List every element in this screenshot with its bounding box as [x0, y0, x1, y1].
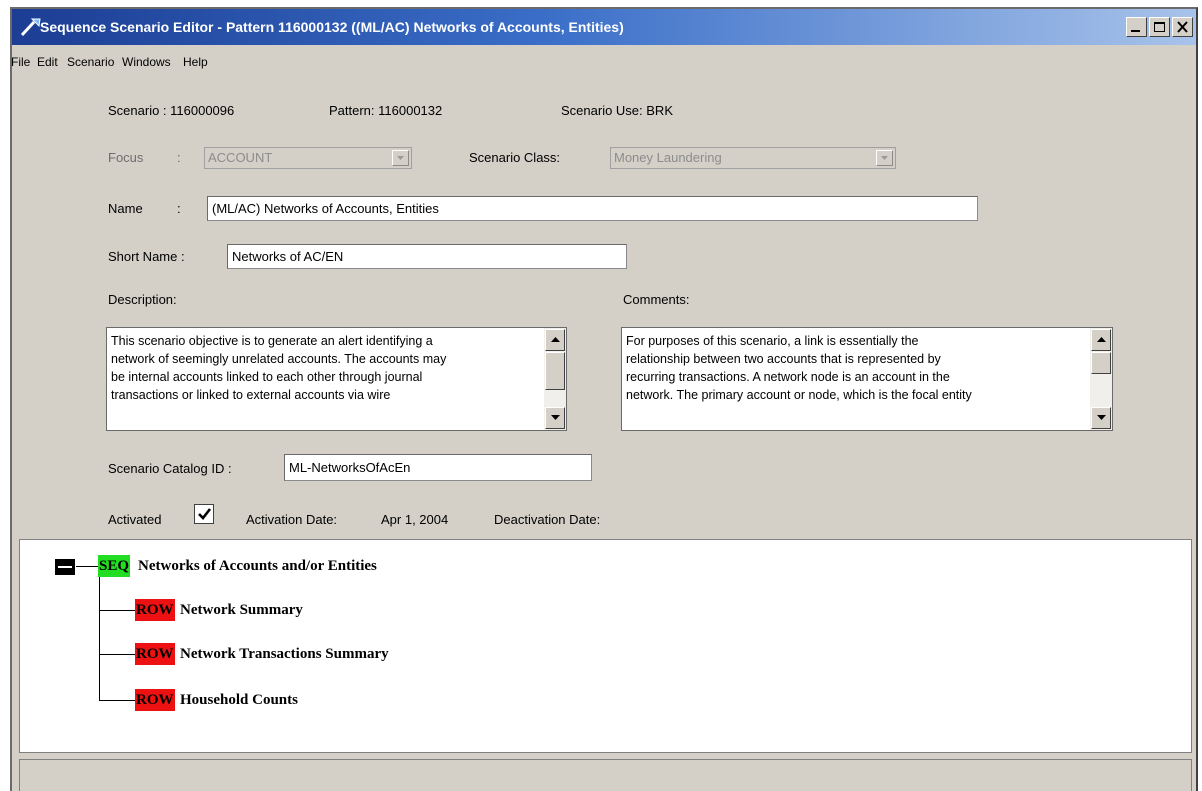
scroll-thumb[interactable]	[1091, 352, 1111, 374]
menu-help[interactable]: Help	[183, 52, 208, 72]
focus-colon: :	[177, 150, 181, 165]
checkmark-icon	[198, 508, 212, 520]
app-icon	[20, 18, 41, 37]
row-tag: ROW	[135, 689, 175, 711]
tree-connector	[76, 566, 98, 567]
minimize-button[interactable]	[1126, 17, 1147, 37]
deactivation-date-label: Deactivation Date:	[494, 512, 601, 527]
tree-trunk	[99, 577, 100, 701]
tree-branch	[99, 654, 135, 655]
focus-value: ACCOUNT	[208, 150, 273, 165]
description-textarea[interactable]: This scenario objective is to generate a…	[106, 327, 567, 431]
close-button[interactable]	[1172, 17, 1193, 37]
catalog-id-label: Scenario Catalog ID :	[108, 461, 232, 476]
comments-scrollbar[interactable]	[1090, 328, 1112, 430]
tree-node-label: Network Summary	[180, 602, 303, 618]
editor-window: Sequence Scenario Editor - Pattern 11600…	[10, 7, 1198, 791]
short-name-input[interactable]	[227, 244, 627, 269]
comments-label: Comments:	[623, 292, 690, 307]
tree-node-label: Network Transactions Summary	[180, 646, 389, 662]
scroll-down-button[interactable]	[1091, 407, 1111, 429]
tree-node-label: Networks of Accounts and/or Entities	[138, 558, 377, 574]
scenario-class-dropdown-button[interactable]	[876, 150, 893, 166]
scenario-class-value: Money Laundering	[614, 150, 722, 165]
chevron-down-icon	[397, 156, 404, 160]
seq-tag: SEQ	[98, 555, 131, 577]
scenario-class-select[interactable]: Money Laundering	[610, 147, 896, 169]
scenario-use: Scenario Use: BRK	[561, 103, 673, 118]
name-label: Name	[108, 201, 143, 216]
row-tag: ROW	[135, 643, 175, 665]
sequence-tree: SEQ Networks of Accounts and/or Entities…	[19, 539, 1192, 753]
minimize-icon	[1131, 30, 1140, 32]
short-name-label: Short Name :	[108, 249, 185, 264]
description-label: Description:	[108, 292, 177, 307]
description-text: This scenario objective is to generate a…	[111, 334, 447, 402]
title-bar[interactable]: Sequence Scenario Editor - Pattern 11600…	[12, 9, 1196, 45]
arrow-up-icon	[1097, 337, 1106, 342]
name-colon: :	[177, 201, 181, 216]
maximize-button[interactable]	[1149, 17, 1170, 37]
menu-file[interactable]: File	[11, 52, 30, 72]
scroll-down-button[interactable]	[545, 407, 565, 429]
chevron-down-icon	[881, 156, 888, 160]
close-icon	[1177, 21, 1188, 33]
menu-edit[interactable]: Edit	[37, 52, 58, 72]
arrow-down-icon	[551, 415, 560, 420]
menu-windows[interactable]: Windows	[122, 52, 171, 72]
scroll-up-button[interactable]	[1091, 329, 1111, 351]
pattern-id: Pattern: 116000132	[329, 103, 443, 118]
arrow-up-icon	[551, 337, 560, 342]
focus-dropdown-button[interactable]	[392, 150, 409, 166]
maximize-icon	[1154, 22, 1165, 32]
scenario-class-label: Scenario Class:	[469, 150, 561, 165]
window-title: Sequence Scenario Editor - Pattern 11600…	[40, 19, 624, 35]
activated-label: Activated	[108, 512, 162, 527]
description-scrollbar[interactable]	[544, 328, 566, 430]
arrow-down-icon	[1097, 415, 1106, 420]
activated-checkbox[interactable]	[194, 504, 214, 524]
comments-text: For purposes of this scenario, a link is…	[626, 334, 972, 402]
tree-branch	[99, 610, 135, 611]
catalog-id-input[interactable]	[284, 454, 592, 481]
activation-date-value: Apr 1, 2004	[381, 512, 449, 527]
menu-scenario[interactable]: Scenario	[67, 52, 114, 72]
comments-textarea[interactable]: For purposes of this scenario, a link is…	[621, 327, 1113, 431]
tree-node-label: Household Counts	[180, 692, 298, 708]
scroll-up-button[interactable]	[545, 329, 565, 351]
focus-select[interactable]: ACCOUNT	[204, 147, 412, 169]
row-tag: ROW	[135, 599, 175, 621]
name-input[interactable]	[207, 196, 978, 221]
collapse-icon[interactable]	[55, 559, 75, 575]
activation-date-label: Activation Date:	[246, 512, 338, 527]
scenario-id: Scenario : 116000096	[108, 103, 235, 118]
scroll-thumb[interactable]	[545, 352, 565, 390]
tree-branch	[99, 700, 135, 701]
focus-label: Focus	[108, 150, 144, 165]
status-bar	[19, 759, 1192, 791]
